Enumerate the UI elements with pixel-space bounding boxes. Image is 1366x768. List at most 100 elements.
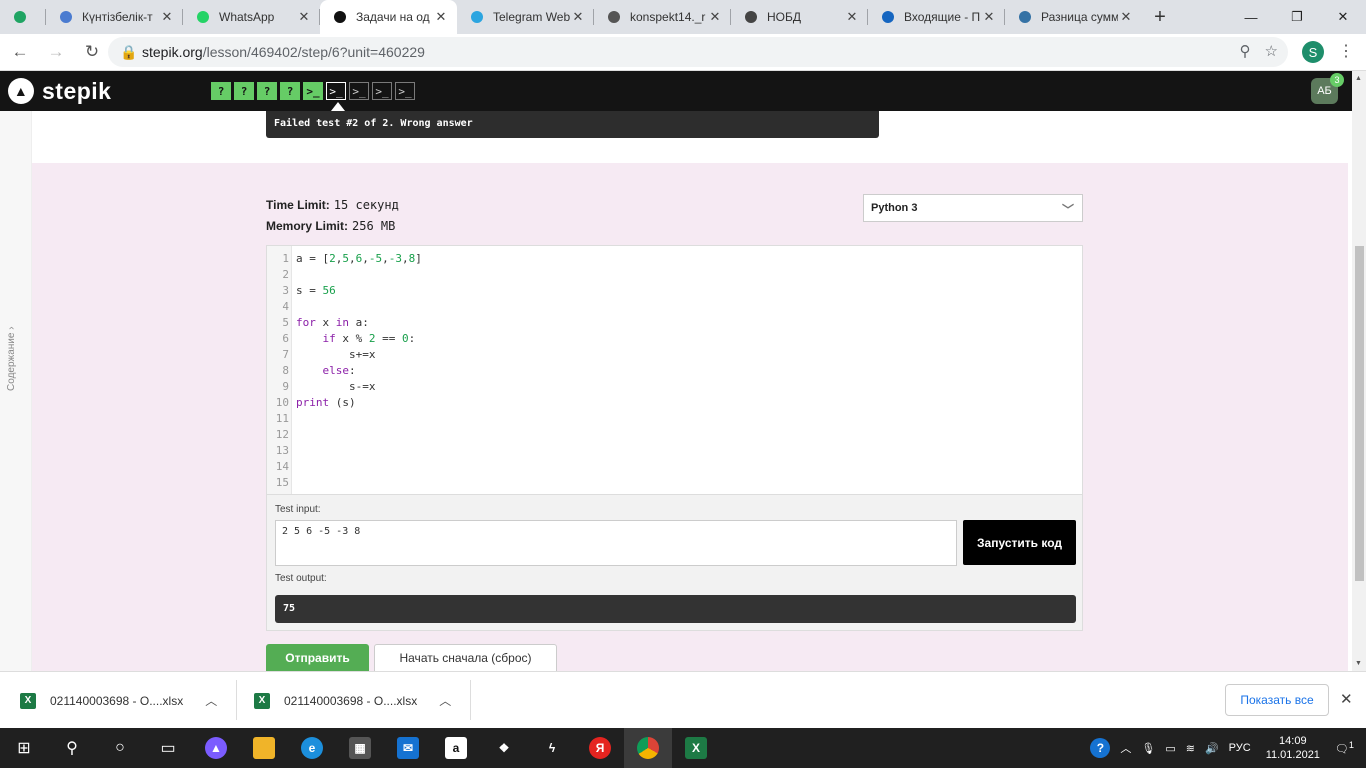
notification-center-icon[interactable]: 🗨1 (1335, 740, 1354, 756)
task-view-icon[interactable]: ▭ (144, 728, 192, 768)
alice-icon[interactable]: ▲ (192, 728, 240, 768)
microphone-icon[interactable]: 🎙 (1141, 742, 1155, 755)
test-input-label: Test input: (275, 504, 321, 515)
address-bar[interactable]: 🔒 stepik.org/lesson/469402/step/6?unit=4… (108, 37, 1288, 67)
language-select[interactable]: Python 3 ﹀ (863, 194, 1083, 222)
close-tab-icon[interactable]: ✕ (433, 9, 449, 25)
forward-button[interactable]: → (40, 36, 72, 68)
windows-start-icon[interactable]: ⊞ (0, 728, 48, 768)
lesson-content: Содержание › Failed test #2 of 2. Wrong … (0, 111, 1352, 671)
close-tab-icon[interactable]: ✕ (707, 9, 723, 25)
code-line[interactable]: else: (296, 364, 356, 377)
excel-taskbar-icon[interactable]: X (672, 728, 720, 768)
edge-icon[interactable]: e (288, 728, 336, 768)
lightning-app-icon[interactable]: ϟ (528, 728, 576, 768)
amazon-icon[interactable]: a (432, 728, 480, 768)
submit-button[interactable]: Отправить (266, 644, 369, 671)
volume-icon[interactable]: 🔊 (1205, 742, 1219, 755)
toc-rail[interactable]: Содержание › (0, 111, 32, 671)
step-2[interactable]: ? (234, 82, 254, 100)
mail-app-icon[interactable]: ✉ (384, 728, 432, 768)
clock[interactable]: 14:09 11.01.2021 (1266, 734, 1320, 762)
line-number: 1 (282, 252, 289, 265)
excel-file-icon: X (20, 692, 36, 709)
dropbox-icon[interactable]: ❖ (480, 728, 528, 768)
stepik-logo[interactable]: ▲ stepik (8, 78, 111, 105)
step-7[interactable]: >_ (349, 82, 369, 100)
browser-tab-strip: Күнтізбелік-т ✕ WhatsApp ✕ Задачи на од ✕ Tele… (0, 0, 1366, 34)
bookmark-star-icon[interactable]: ☆ (1265, 42, 1278, 60)
code-line[interactable]: if x % 2 == 0: (296, 332, 416, 345)
scrollbar-thumb[interactable] (1355, 246, 1364, 581)
code-line[interactable]: s-=x (296, 380, 376, 393)
download-item[interactable]: X 021140003698 - О....xlsx ︿ (20, 672, 217, 729)
maximize-icon[interactable]: ❐ (1274, 0, 1320, 34)
store-icon[interactable]: ▦ (336, 728, 384, 768)
code-editor[interactable]: 1 a = [2,5,6,-5,-3,8] 2 3 s = 56 4 5 for x in a… (266, 245, 1083, 495)
browser-tab[interactable]: Telegram Web ✕ (457, 0, 594, 34)
chrome-taskbar-icon[interactable] (624, 728, 672, 768)
step-9[interactable]: >_ (395, 82, 415, 100)
code-line[interactable]: print (s) (296, 396, 356, 409)
help-icon[interactable]: ? (1090, 738, 1111, 758)
minimize-icon[interactable]: — (1228, 0, 1274, 34)
scroll-down-icon[interactable]: ▼ (1355, 660, 1362, 667)
show-all-downloads-button[interactable]: Показать все (1225, 684, 1329, 716)
toc-toggle[interactable]: Содержание › (6, 326, 17, 391)
cortana-icon[interactable]: ○ (96, 728, 144, 768)
chevron-up-icon[interactable]: ︿ (205, 692, 217, 709)
run-code-button[interactable]: Запустить код (963, 520, 1076, 565)
code-line[interactable]: for x in a: (296, 316, 369, 329)
close-icon[interactable]: ✕ (1340, 690, 1353, 708)
code-line[interactable]: a = [2,5,6,-5,-3,8] (296, 252, 422, 265)
line-number: 13 (275, 444, 289, 457)
browser-tab[interactable] (0, 0, 46, 34)
search-icon[interactable]: ⚲ (48, 728, 96, 768)
step-4[interactable]: ? (280, 82, 300, 100)
new-tab-button[interactable]: + (1142, 0, 1178, 34)
download-item[interactable]: X 021140003698 - О....xlsx ︿ (254, 672, 451, 729)
browser-tab[interactable]: WhatsApp ✕ (183, 0, 320, 34)
close-window-icon[interactable]: ✕ (1320, 0, 1366, 34)
user-avatar[interactable]: АБ 3 (1311, 73, 1344, 104)
browser-tab[interactable]: Күнтізбелік-т ✕ (46, 0, 183, 34)
yandex-browser-icon[interactable]: Я (576, 728, 624, 768)
close-tab-icon[interactable]: ✕ (570, 9, 586, 25)
browser-tab[interactable]: Задачи на од ✕ (320, 0, 457, 34)
divider (236, 680, 237, 720)
step-1[interactable]: ? (211, 82, 231, 100)
input-language[interactable]: РУС (1229, 742, 1251, 754)
browser-tab[interactable]: Входящие - П ✕ (868, 0, 1005, 34)
whatsapp-icon (195, 9, 211, 25)
step-5[interactable]: >_ (303, 82, 323, 100)
step-8[interactable]: >_ (372, 82, 392, 100)
chevron-up-icon[interactable]: ︿ (1120, 740, 1131, 756)
close-tab-icon[interactable]: ✕ (981, 9, 997, 25)
battery-icon[interactable]: ▭ (1165, 742, 1175, 755)
step-3[interactable]: ? (257, 82, 277, 100)
browser-tab[interactable]: Разница сумм ✕ (1005, 0, 1142, 34)
chevron-up-icon[interactable]: ︿ (439, 692, 451, 709)
code-line[interactable]: s+=x (296, 348, 376, 361)
browser-tab[interactable]: НОБД ✕ (731, 0, 868, 34)
reload-button[interactable]: ↻ (76, 36, 108, 68)
scroll-up-icon[interactable]: ▲ (1355, 75, 1362, 82)
step-6[interactable]: >_ (326, 82, 346, 100)
wifi-icon[interactable]: ≋ (1186, 742, 1195, 755)
close-tab-icon[interactable]: ✕ (159, 9, 175, 25)
line-number: 11 (275, 412, 289, 425)
file-explorer-icon[interactable] (240, 728, 288, 768)
page-scrollbar[interactable]: ▲ ▼ (1352, 71, 1366, 671)
chrome-menu-icon[interactable]: ⋮ (1338, 41, 1354, 61)
close-tab-icon[interactable]: ✕ (1118, 9, 1134, 25)
close-tab-icon[interactable]: ✕ (296, 9, 312, 25)
code-line[interactable]: s = 56 (296, 284, 336, 297)
browser-tab[interactable]: konspekt14._r ✕ (594, 0, 731, 34)
profile-avatar[interactable]: S (1302, 41, 1324, 63)
test-input-field[interactable]: 2 5 6 -5 -3 8 (275, 520, 957, 566)
close-tab-icon[interactable]: ✕ (844, 9, 860, 25)
back-button[interactable]: ← (4, 36, 36, 68)
stepik-header: ▲ stepik ???? >_ >_ >_ >_ >_ АБ 3 (0, 71, 1352, 111)
zoom-icon[interactable]: ⚲ (1240, 42, 1251, 60)
reset-button[interactable]: Начать сначала (сброс) (374, 644, 557, 671)
